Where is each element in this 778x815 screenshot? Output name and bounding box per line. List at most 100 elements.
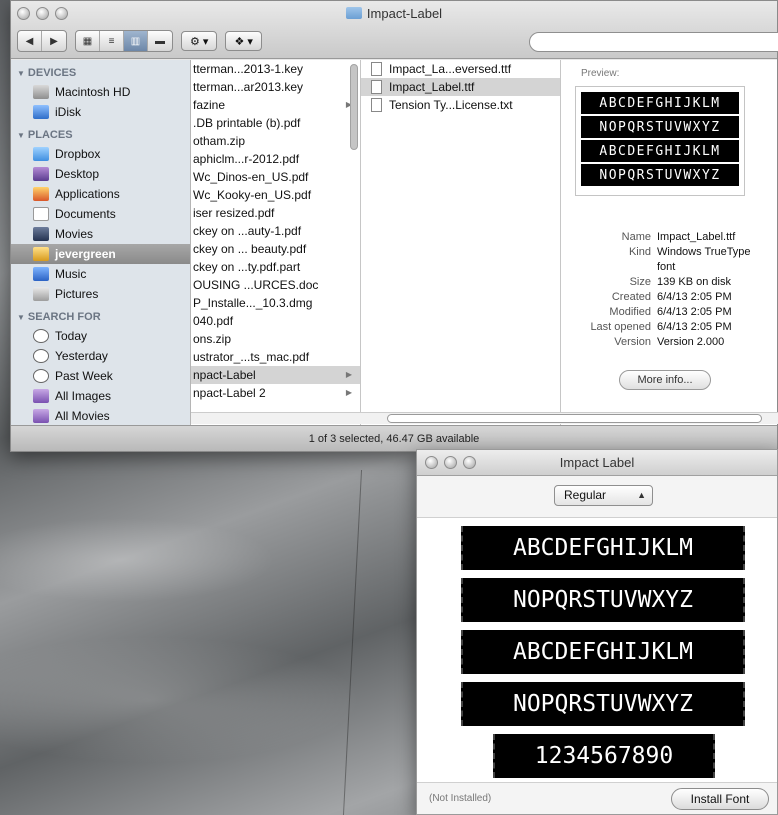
sidebar-item-desktop[interactable]: Desktop: [11, 164, 190, 184]
sidebar-item-movies[interactable]: Movies: [11, 224, 190, 244]
list-item[interactable]: OUSING ...URCES.doc: [191, 276, 360, 294]
desktop-icon: [33, 167, 49, 181]
sidebar-item-today[interactable]: Today: [11, 326, 190, 346]
list-view-button[interactable]: ≡: [100, 31, 124, 51]
sidebar-item-macintosh-hd[interactable]: Macintosh HD: [11, 82, 190, 102]
list-item[interactable]: ckey on ... beauty.pdf: [191, 240, 360, 258]
scrollbar-thumb[interactable]: [387, 414, 762, 423]
sidebar-item-all-movies[interactable]: All Movies: [11, 406, 190, 425]
list-item[interactable]: .DB printable (b).pdf: [191, 114, 360, 132]
finder-toolbar: ◀ ▶ ▦ ≡ ▥ ▬ ⚙ ▾ ❖ ▾: [17, 30, 262, 52]
sidebar-item-pictures[interactable]: Pictures: [11, 284, 190, 304]
font-window-toolbar: Regular ▲: [417, 476, 777, 518]
sidebar-item-applications[interactable]: Applications: [11, 184, 190, 204]
info-row: Kind Windows TrueType font: [628, 246, 751, 273]
sample-line: ABCDEFGHIJKLM: [461, 630, 745, 674]
browser-column-1[interactable]: tterman...2013-1.key tterman...ar2013.ke…: [191, 60, 361, 425]
list-item-selected[interactable]: Impact_Label.ttf: [361, 78, 560, 96]
list-item[interactable]: P_Installe..._10.3.dmg: [191, 294, 360, 312]
sidebar-header-search[interactable]: ▼ SEARCH FOR: [11, 304, 190, 326]
list-item[interactable]: aphiclm...r-2012.pdf: [191, 150, 360, 168]
movies-icon: [33, 227, 49, 241]
more-info-button[interactable]: More info...: [619, 370, 711, 390]
documents-icon: [33, 207, 49, 221]
sidebar-header-places[interactable]: ▼ PLACES: [11, 122, 190, 144]
sidebar-item-all-images[interactable]: All Images: [11, 386, 190, 406]
preview-line: ABCDEFGHIJKLM: [581, 92, 739, 114]
window-controls: [425, 456, 476, 469]
list-item[interactable]: ons.zip: [191, 330, 360, 348]
wallpaper-texture: [342, 470, 366, 815]
list-item[interactable]: tterman...2013-1.key: [191, 60, 360, 78]
back-forward-group: ◀ ▶: [17, 30, 67, 52]
horizontal-scrollbar[interactable]: [191, 412, 778, 424]
file-info: Name Impact_Label.ttf Kind Windows TrueTyp…: [561, 230, 766, 350]
list-item[interactable]: tterman...ar2013.key: [191, 78, 360, 96]
list-item[interactable]: ckey on ...ty.pdf.part: [191, 258, 360, 276]
list-item[interactable]: npact-Label 2 ▶: [191, 384, 360, 402]
vertical-scrollbar[interactable]: [350, 64, 358, 150]
dropbox-menu-button[interactable]: ❖ ▾: [225, 31, 262, 51]
finder-titlebar[interactable]: Impact-Label ◀ ▶ ▦ ≡ ▥ ▬ ⚙ ▾ ❖ ▾ ⚲: [11, 1, 778, 59]
sidebar-item-home[interactable]: jevergreen: [11, 244, 190, 264]
list-item[interactable]: ckey on ...auty-1.pdf: [191, 222, 360, 240]
list-item[interactable]: ustrator_...ts_mac.pdf: [191, 348, 360, 366]
chevron-right-icon: ▶: [345, 370, 352, 379]
sample-line: NOPQRSTUVWXYZ: [461, 682, 745, 726]
preview-column: Preview: ABCDEFGHIJKLM NOPQRSTUVWXYZ ABC…: [561, 60, 777, 425]
smart-folder-icon: [33, 389, 49, 403]
list-item[interactable]: Wc_Kooky-en_US.pdf: [191, 186, 360, 204]
clock-icon: [33, 329, 49, 343]
list-item[interactable]: otham.zip: [191, 132, 360, 150]
coverflow-view-button[interactable]: ▬: [148, 31, 172, 51]
list-item[interactable]: fazine ▶: [191, 96, 360, 114]
sidebar-header-devices[interactable]: ▼ DEVICES: [11, 60, 190, 82]
clock-icon: [33, 349, 49, 363]
sample-line: 1234567890: [493, 734, 715, 778]
preview-line: NOPQRSTUVWXYZ: [581, 164, 739, 186]
search-input[interactable]: [529, 32, 778, 52]
info-row: Version Version 2.000: [614, 336, 725, 348]
preview-label: Preview:: [581, 68, 620, 79]
smart-folder-icon: [33, 409, 49, 423]
finder-content: ▼ DEVICES Macintosh HD iDisk ▼ PLACES Drop…: [11, 60, 777, 425]
install-font-button[interactable]: Install Font: [671, 788, 769, 810]
minimize-button[interactable]: [444, 456, 457, 469]
list-item[interactable]: 040.pdf: [191, 312, 360, 330]
chevron-right-icon: ▶: [345, 388, 352, 397]
sidebar-item-documents[interactable]: Documents: [11, 204, 190, 224]
font-preview-thumbnail: ABCDEFGHIJKLM NOPQRSTUVWXYZ ABCDEFGHIJKL…: [575, 86, 745, 196]
install-status: (Not Installed): [429, 793, 492, 804]
style-select[interactable]: Regular ▲: [554, 485, 653, 506]
column-view-button[interactable]: ▥: [124, 31, 148, 51]
action-menu-button[interactable]: ⚙ ▾: [181, 31, 218, 51]
browser-column-2[interactable]: Impact_La...eversed.ttf Impact_Label.ttf…: [361, 60, 561, 425]
finder-sidebar: ▼ DEVICES Macintosh HD iDisk ▼ PLACES Drop…: [11, 60, 191, 425]
back-button[interactable]: ◀: [18, 31, 42, 51]
document-icon: [371, 62, 382, 76]
folder-icon: [345, 7, 362, 19]
zoom-button[interactable]: [463, 456, 476, 469]
list-item[interactable]: Impact_La...eversed.ttf: [361, 60, 560, 78]
list-item[interactable]: Wc_Dinos-en_US.pdf: [191, 168, 360, 186]
forward-button[interactable]: ▶: [42, 31, 66, 51]
sidebar-item-music[interactable]: Music: [11, 264, 190, 284]
list-item-selected[interactable]: npact-Label ▶: [191, 366, 360, 384]
sidebar-item-dropbox[interactable]: Dropbox: [11, 144, 190, 164]
text-file-icon: [371, 98, 382, 112]
info-row: Name Impact_Label.ttf: [621, 231, 736, 243]
sidebar-item-past-week[interactable]: Past Week: [11, 366, 190, 386]
font-file-icon: [371, 80, 382, 94]
sidebar-item-idisk[interactable]: iDisk: [11, 102, 190, 122]
font-book-window: Impact Label Regular ▲ ABCDEFGHIJKLM NOPQ…: [416, 449, 778, 815]
sidebar-item-yesterday[interactable]: Yesterday: [11, 346, 190, 366]
window-title: Impact Label: [559, 455, 635, 470]
font-window-titlebar[interactable]: Impact Label: [417, 450, 777, 476]
preview-line: NOPQRSTUVWXYZ: [581, 116, 739, 138]
updown-arrows-icon: ▲: [637, 490, 646, 500]
pictures-icon: [33, 287, 49, 301]
list-item[interactable]: iser resized.pdf: [191, 204, 360, 222]
icon-view-button[interactable]: ▦: [76, 31, 100, 51]
close-button[interactable]: [425, 456, 438, 469]
list-item[interactable]: Tension Ty...License.txt: [361, 96, 560, 114]
